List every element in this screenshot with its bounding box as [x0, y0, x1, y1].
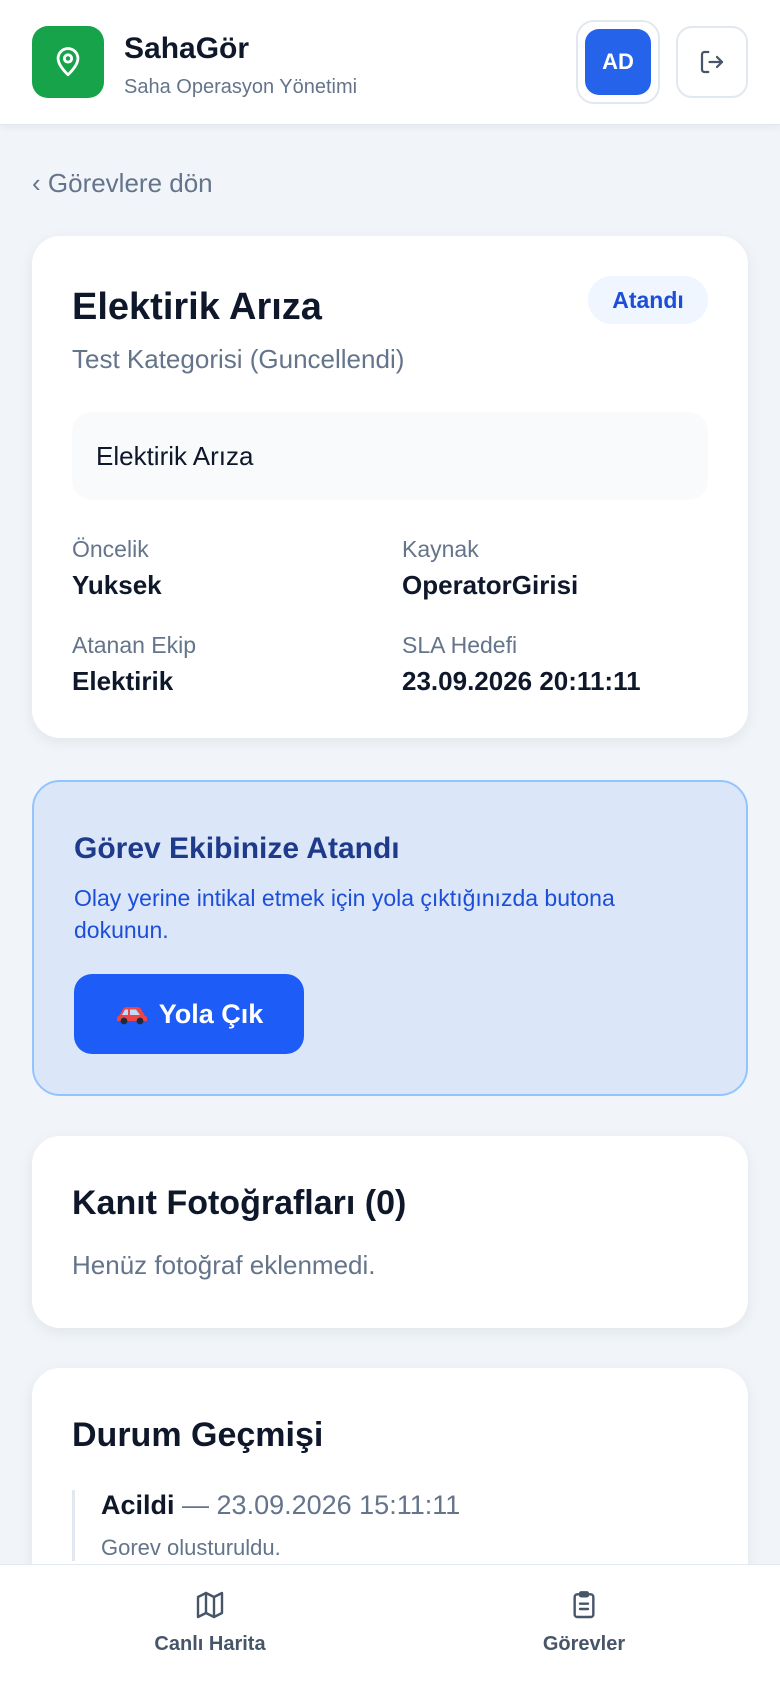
nav-item-live-map[interactable]: Canlı Harita [80, 1589, 340, 1669]
clipboard-icon [573, 1591, 595, 1619]
map-icon [196, 1591, 224, 1619]
assignment-text: Olay yerine intikal etmek için yola çıkt… [74, 885, 615, 943]
avatar: AD [585, 29, 651, 95]
bottom-nav: Canlı Harita Görevler [0, 1564, 780, 1688]
history-status: Acildi [101, 1490, 175, 1520]
priority-value: Yuksek [72, 570, 162, 600]
photos-title: Kanıt Fotoğrafları (0) [72, 1184, 407, 1222]
assignment-title: Görev Ekibinize Atandı [74, 832, 400, 865]
app-subtitle: Saha Operasyon Yönetimi [124, 76, 358, 98]
logout-button[interactable] [676, 26, 748, 98]
logout-icon [700, 50, 724, 74]
status-badge: Atandı [588, 276, 708, 324]
app-title: SahaGör [124, 32, 250, 65]
start-route-button[interactable]: Yola Çık [74, 974, 304, 1054]
nav-label-live-map: Canlı Harita [154, 1633, 266, 1655]
car-icon [116, 1007, 147, 1025]
task-category: Test Kategorisi (Guncellendi) [72, 344, 405, 374]
task-title: Elektirik Arıza [72, 286, 322, 328]
history-title: Durum Geçmişi [72, 1416, 324, 1454]
history-separator: — [174, 1490, 217, 1520]
user-menu-button[interactable]: AD [576, 20, 660, 104]
sla-value: 23.09.2026 20:11:11 [402, 666, 641, 696]
nav-label-tasks: Görevler [542, 1633, 626, 1655]
sla-label: SLA Hedefi [402, 632, 518, 658]
priority-label: Öncelik [72, 536, 149, 562]
back-to-tasks-link[interactable]: ‹ Görevlere dön [32, 168, 213, 199]
team-label: Atanan Ekip [72, 632, 197, 658]
source-label: Kaynak [402, 536, 479, 562]
history-item: Acildi — 23.09.2026 15:11:11 Gorev olust… [72, 1490, 692, 1561]
history-item-header: Acildi — 23.09.2026 15:11:11 [101, 1490, 692, 1521]
photos-empty-text: Henüz fotoğraf eklenmedi. [72, 1250, 376, 1280]
source-value: OperatorGirisi [402, 570, 579, 600]
history-timestamp: 23.09.2026 15:11:11 [216, 1490, 461, 1520]
app-logo [32, 26, 104, 98]
map-pin-icon [56, 47, 80, 77]
app-header: SahaGör Saha Operasyon Yönetimi AD [0, 0, 780, 125]
assignment-card: Görev Ekibinize Atandı Olay yerine intik… [32, 780, 748, 1096]
task-description: Elektirik Arıza [72, 412, 708, 500]
task-detail-card: Elektirik Arıza Atandı Test Kategorisi (… [32, 236, 748, 738]
team-value: Elektirik [72, 666, 174, 696]
history-note: Gorev olusturuldu. [101, 1535, 281, 1560]
nav-item-tasks[interactable]: Görevler [454, 1589, 714, 1669]
start-route-label: Yola Çık [158, 998, 264, 1029]
evidence-photos-card: Kanıt Fotoğrafları (0) Henüz fotoğraf ek… [32, 1136, 748, 1328]
